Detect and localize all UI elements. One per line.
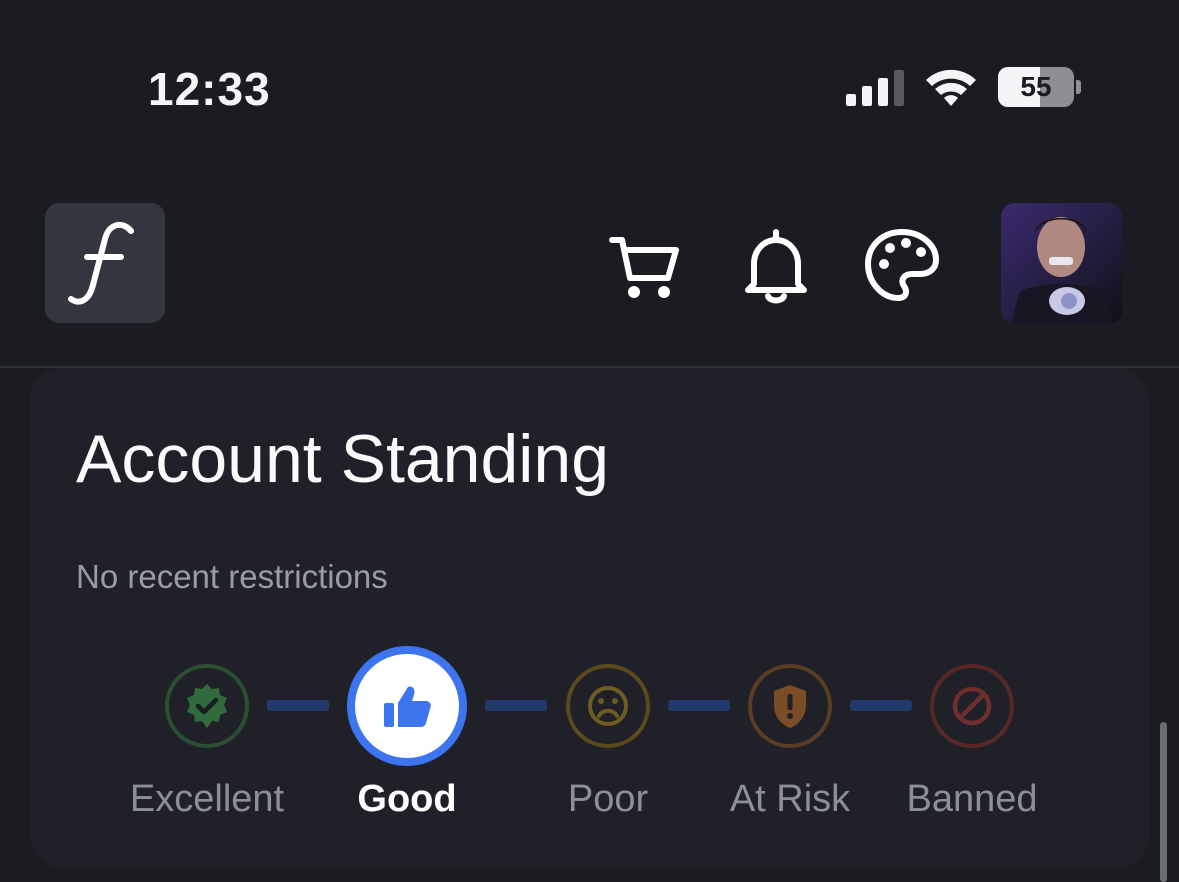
step-label-banned: Banned — [906, 778, 1038, 820]
account-standing-card: Account Standing No recent restrictions — [30, 368, 1149, 868]
app-logo-button[interactable] — [45, 203, 165, 323]
app-header — [0, 180, 1179, 368]
battery-body: 55 — [998, 67, 1074, 107]
battery-percent: 55 — [1020, 71, 1052, 102]
cart-icon[interactable] — [606, 228, 682, 304]
avatar-image — [1001, 203, 1122, 324]
step-poor — [566, 664, 650, 748]
step-excellent — [165, 664, 249, 748]
scrollbar[interactable] — [1160, 722, 1167, 882]
step-banned — [930, 664, 1014, 748]
step-connector — [267, 700, 329, 711]
banned-icon — [952, 686, 992, 726]
status-bar: 12:33 55 — [0, 0, 1179, 180]
step-label-poor: Poor — [567, 778, 649, 820]
step-good — [347, 646, 467, 766]
step-label-good: Good — [357, 778, 457, 820]
step-at-risk — [748, 664, 832, 748]
sad-face-icon — [588, 686, 628, 726]
shield-alert-icon — [774, 685, 806, 728]
battery-indicator: 55 — [998, 67, 1084, 107]
f-logo-icon — [68, 221, 134, 305]
step-label-excellent: Excellent — [129, 778, 285, 820]
standing-steps: Excellent Good Poor At Risk Banned — [30, 644, 1149, 844]
step-connector — [850, 700, 912, 711]
verified-check-icon — [187, 684, 227, 728]
status-time: 12:33 — [148, 63, 271, 115]
bell-icon[interactable] — [738, 228, 814, 304]
profile-avatar[interactable] — [1001, 203, 1122, 324]
step-label-at-risk: At Risk — [729, 778, 851, 820]
wifi-icon — [926, 69, 976, 106]
card-title: Account Standing — [76, 421, 610, 497]
thumbs-up-icon — [384, 686, 431, 727]
cellular-signal-icon — [846, 70, 904, 106]
card-subtitle: No recent restrictions — [76, 558, 388, 595]
step-connector — [485, 700, 547, 711]
palette-icon[interactable] — [864, 228, 940, 304]
battery-nub — [1076, 80, 1081, 94]
step-connector — [668, 700, 730, 711]
